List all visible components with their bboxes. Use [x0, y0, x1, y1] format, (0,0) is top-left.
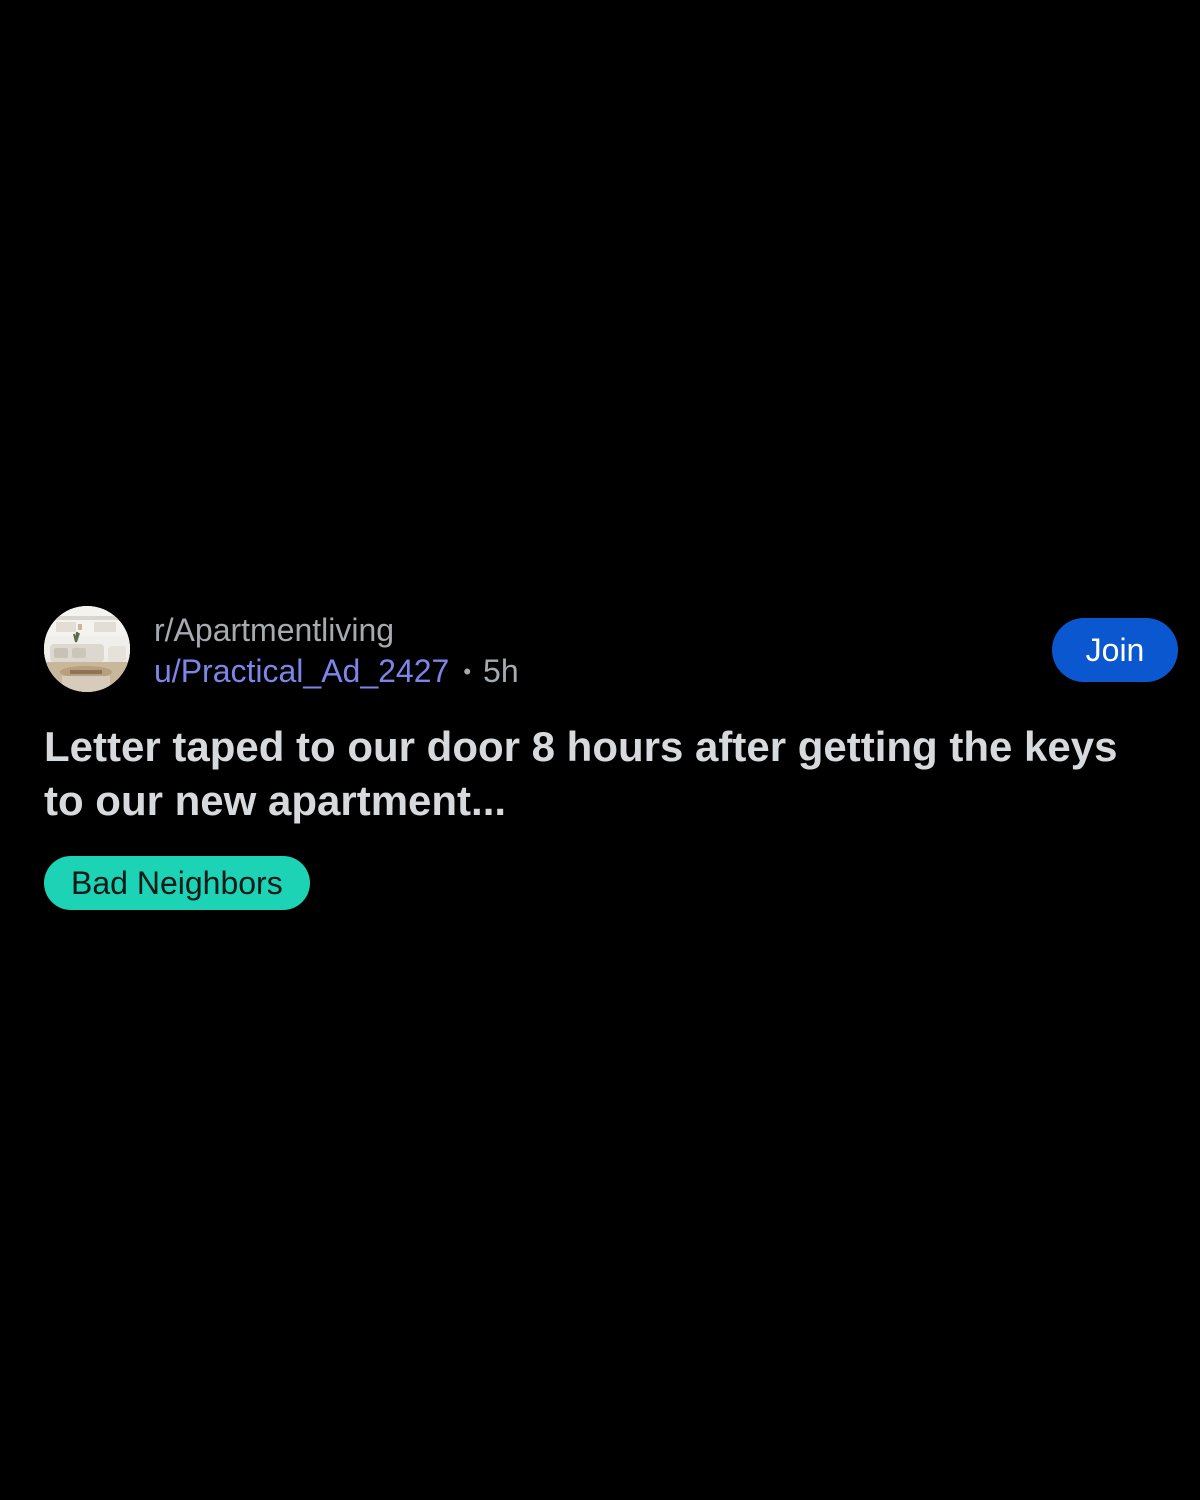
post-title[interactable]: Letter taped to our door 8 hours after g…	[44, 720, 1144, 828]
byline: u/Practical_Ad_2427 • 5h	[154, 650, 519, 696]
separator-dot: •	[463, 659, 472, 684]
post-card: r/Apartmentliving u/Practical_Ad_2427 • 5h…	[44, 606, 1178, 910]
post-meta: r/Apartmentliving u/Practical_Ad_2427 • 5h	[154, 610, 519, 696]
subreddit-avatar[interactable]	[44, 606, 130, 692]
living-room-icon	[44, 606, 130, 692]
post-age: 5h	[483, 653, 519, 689]
subreddit-name[interactable]: r/Apartmentliving	[154, 610, 519, 650]
post-header: r/Apartmentliving u/Practical_Ad_2427 • 5h…	[44, 606, 1178, 694]
author-username[interactable]: u/Practical_Ad_2427	[154, 653, 449, 689]
join-button[interactable]: Join	[1052, 618, 1178, 682]
flair-badge[interactable]: Bad Neighbors	[44, 856, 310, 910]
